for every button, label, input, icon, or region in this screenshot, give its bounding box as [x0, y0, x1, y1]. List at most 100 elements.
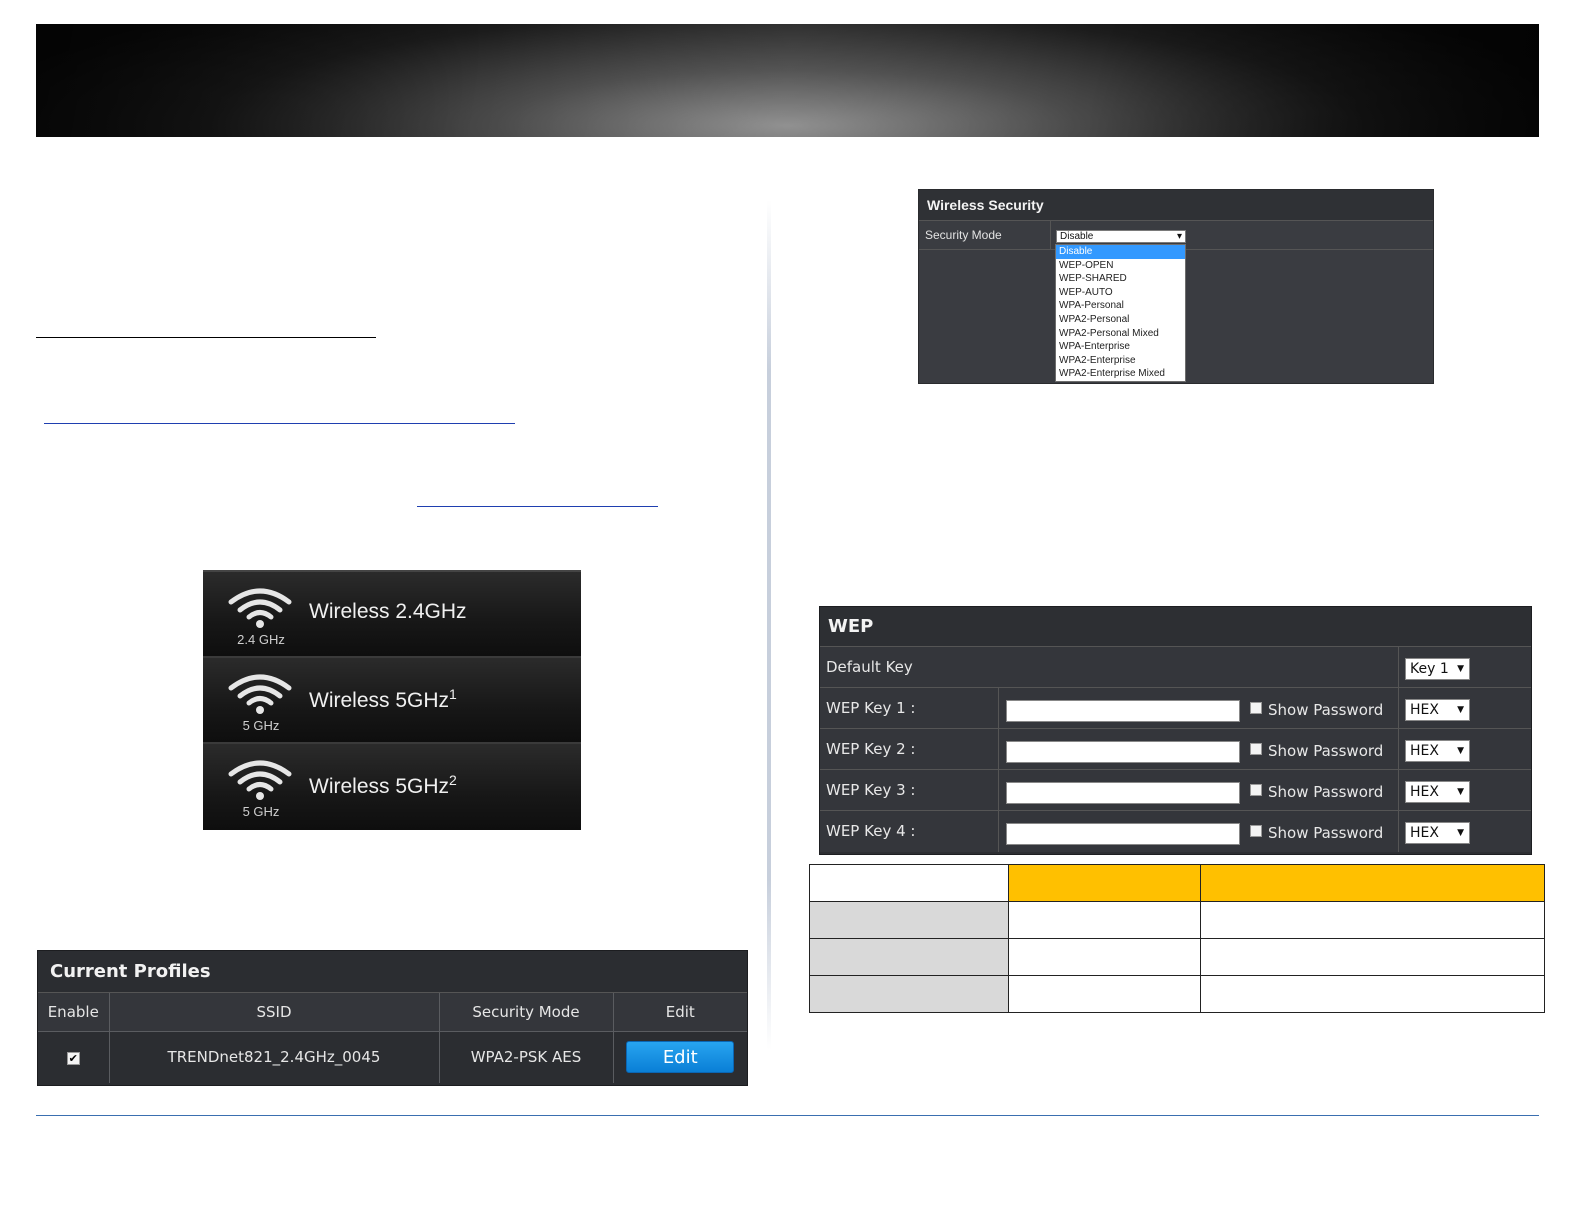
header-banner — [36, 24, 1539, 137]
dropdown-option[interactable]: Disable — [1056, 245, 1185, 259]
show-password-checkbox[interactable] — [1250, 825, 1262, 837]
show-password-checkbox[interactable] — [1250, 784, 1262, 796]
cell-divider — [1398, 770, 1399, 810]
dropdown-option[interactable]: WEP-OPEN — [1056, 259, 1185, 273]
table-row-label — [809, 975, 1009, 1013]
edit-button[interactable]: Edit — [626, 1041, 735, 1074]
show-password-checkbox[interactable] — [1250, 702, 1262, 714]
table-cell — [1008, 975, 1201, 1013]
key-format-select[interactable]: HEX — [1405, 699, 1470, 721]
table-cell — [1200, 901, 1545, 939]
band-label: Wireless 2.4GHz — [309, 600, 467, 623]
show-password-label: Show Password — [1268, 783, 1384, 801]
column-header: Edit — [613, 993, 747, 1032]
default-key-select[interactable]: Key 1 — [1405, 658, 1470, 680]
wep-key-input[interactable] — [1006, 823, 1240, 845]
key-format-select[interactable]: HEX — [1405, 740, 1470, 762]
key-format-table — [809, 864, 1545, 1013]
wep-key-label: WEP Key 2 : — [826, 740, 916, 758]
table-row — [809, 938, 1545, 976]
band-item-5ghz-2[interactable]: 5 GHz Wireless 5GHz2 — [203, 744, 581, 830]
table-cell — [1200, 975, 1545, 1013]
dropdown-option[interactable]: WEP-SHARED — [1056, 272, 1185, 286]
band-label: Wireless 5GHz1 — [309, 686, 457, 712]
security-mode-dropdown[interactable]: Disable WEP-OPEN WEP-SHARED WEP-AUTO WPA… — [1055, 244, 1186, 382]
wireless-band-menu: 2.4 GHz Wireless 2.4GHz 5 GHz Wireless 5… — [203, 570, 581, 830]
table-header-cell — [1008, 864, 1201, 902]
band-item-5ghz-1[interactable]: 5 GHz Wireless 5GHz1 — [203, 658, 581, 744]
show-password-option[interactable]: Show Password — [1250, 701, 1383, 719]
band-frequency: 5 GHz — [242, 804, 280, 819]
wep-key-row: WEP Key 1 : Show Password HEX — [820, 688, 1531, 729]
dropdown-option[interactable]: WPA2-Enterprise Mixed — [1056, 367, 1185, 381]
table-header-cell — [1200, 864, 1545, 902]
show-password-label: Show Password — [1268, 742, 1384, 760]
cell-divider — [998, 770, 999, 810]
table-cell — [1008, 901, 1201, 939]
wep-key-row: WEP Key 3 : Show Password HEX — [820, 770, 1531, 811]
show-password-checkbox[interactable] — [1250, 743, 1262, 755]
security-mode-cell: WPA2-PSK AES — [439, 1031, 614, 1083]
table-row — [809, 901, 1545, 939]
cell-divider — [1398, 647, 1399, 687]
table-cell — [1200, 938, 1545, 976]
table-row-label — [809, 901, 1009, 939]
current-profiles-panel: Current Profiles Enable SSID Security Mo… — [37, 950, 748, 1086]
cell-divider — [1398, 688, 1399, 728]
wireless-security-panel: Wireless Security Security Mode Disable … — [918, 189, 1434, 384]
wep-key-input[interactable] — [1006, 700, 1240, 722]
dropdown-option[interactable]: WEP-AUTO — [1056, 286, 1185, 300]
wep-key-input[interactable] — [1006, 782, 1240, 804]
column-divider — [767, 200, 771, 1050]
key-format-select[interactable]: HEX — [1405, 781, 1470, 803]
cell-divider — [998, 688, 999, 728]
default-key-label: Default Key — [826, 658, 913, 676]
wep-key-label: WEP Key 4 : — [826, 822, 916, 840]
dropdown-option[interactable]: WPA2-Enterprise — [1056, 354, 1185, 368]
link-underline[interactable] — [44, 423, 515, 424]
band-item-2-4ghz[interactable]: 2.4 GHz Wireless 2.4GHz — [203, 572, 581, 658]
dropdown-option[interactable]: WPA2-Personal Mixed — [1056, 327, 1185, 341]
table-row — [809, 864, 1545, 902]
panel-title: WEP — [820, 607, 1531, 647]
ssid-cell: TRENDnet821_2.4GHz_0045 — [109, 1031, 440, 1083]
cell-divider — [998, 729, 999, 769]
show-password-option[interactable]: Show Password — [1250, 742, 1383, 760]
cell-divider — [1398, 811, 1399, 852]
band-frequency: 5 GHz — [242, 718, 280, 733]
enable-checkbox[interactable]: ✔ — [66, 1052, 80, 1066]
show-password-label: Show Password — [1268, 701, 1384, 719]
table-cell — [809, 864, 1009, 902]
security-mode-label: Security Mode — [925, 228, 1002, 242]
wep-key-row: WEP Key 4 : Show Password HEX — [820, 811, 1531, 852]
key-format-select[interactable]: HEX — [1405, 822, 1470, 844]
cell-divider — [998, 811, 999, 852]
security-mode-select[interactable]: Disable — [1056, 230, 1186, 243]
panel-title: Current Profiles — [38, 951, 747, 993]
wep-panel: WEP Default Key Key 1 WEP Key 1 : Show P… — [819, 606, 1532, 855]
wifi-icon — [228, 674, 292, 714]
link-underline[interactable] — [417, 506, 658, 507]
table-cell — [1008, 938, 1201, 976]
table-row: ✔ TRENDnet821_2.4GHz_0045 WPA2-PSK AES E… — [38, 1031, 747, 1083]
dropdown-option[interactable]: WPA-Personal — [1056, 299, 1185, 313]
panel-title: Wireless Security — [919, 190, 1433, 221]
show-password-option[interactable]: Show Password — [1250, 783, 1383, 801]
default-key-row: Default Key Key 1 — [820, 647, 1531, 688]
wep-key-row: WEP Key 2 : Show Password HEX — [820, 729, 1531, 770]
wep-key-label: WEP Key 1 : — [826, 699, 916, 717]
table-row — [809, 975, 1545, 1013]
wep-key-input[interactable] — [1006, 741, 1240, 763]
footer-rule — [36, 1115, 1539, 1116]
profiles-table: Enable SSID Security Mode Edit ✔ TRENDne… — [38, 993, 747, 1083]
show-password-label: Show Password — [1268, 824, 1384, 842]
section-rule — [36, 337, 376, 338]
table-row-label — [809, 938, 1009, 976]
dropdown-option[interactable]: WPA-Enterprise — [1056, 340, 1185, 354]
show-password-option[interactable]: Show Password — [1250, 824, 1383, 842]
wifi-icon — [228, 588, 292, 628]
column-header: Security Mode — [439, 993, 614, 1032]
wep-key-label: WEP Key 3 : — [826, 781, 916, 799]
wifi-icon — [228, 760, 292, 800]
dropdown-option[interactable]: WPA2-Personal — [1056, 313, 1185, 327]
